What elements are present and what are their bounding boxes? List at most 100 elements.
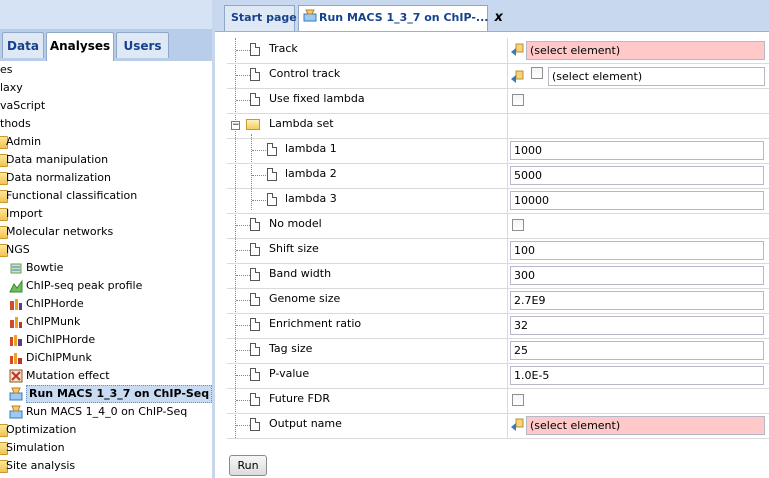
tree-item[interactable]: ChIPMunk (0, 313, 212, 331)
tree-item[interactable]: Simulation (0, 439, 212, 457)
tree-item-label: Run MACS 1_3_7 on ChIP-Seq (26, 385, 212, 403)
control-track-enable-checkbox[interactable] (531, 67, 543, 79)
param-row-genome-size: Genome size 2.7E9 (227, 288, 769, 314)
param-row-band-width: Band width 300 (227, 263, 769, 289)
tree-item-label: laxy (0, 81, 23, 94)
select-element-icon[interactable] (510, 418, 524, 432)
tab-start-page[interactable]: Start page (224, 5, 297, 31)
tree-item[interactable]: Data normalization (0, 169, 212, 187)
lambda-3-input[interactable]: 10000 (510, 191, 764, 210)
tab-start-page-label: Start page (231, 11, 297, 24)
control-track-select[interactable]: (select element) (548, 67, 765, 86)
tree-item[interactable]: Site analysis (0, 457, 212, 475)
p-value-input[interactable]: 1.0E-5 (510, 366, 764, 385)
tab-data[interactable]: Data (2, 32, 44, 58)
tree-item[interactable]: thods (0, 115, 212, 133)
tree-item-label: Molecular networks (6, 225, 114, 238)
select-element-icon[interactable] (510, 43, 524, 57)
document-panel: Start page Run MACS 1_3_7 on ChIP-... x T… (215, 0, 769, 478)
enrichment-ratio-input[interactable]: 32 (510, 316, 764, 335)
tree-item[interactable]: Optimization (0, 421, 212, 439)
tree-item[interactable]: Admin (0, 133, 212, 151)
tree-item[interactable]: Functional classification (0, 187, 212, 205)
document-icon (267, 193, 277, 206)
param-row-shift-size: Shift size 100 (227, 238, 769, 264)
tree-item[interactable]: DiChIPMunk (0, 349, 212, 367)
param-row-lambda-1: lambda 1 1000 (227, 138, 769, 164)
param-label: lambda 2 (285, 167, 337, 180)
output-name-select[interactable]: (select element) (526, 416, 765, 435)
bowtie-icon (9, 261, 23, 275)
tree-item[interactable]: Molecular networks (0, 223, 212, 241)
document-icon (267, 143, 277, 156)
param-label: Track (269, 42, 298, 55)
param-row-enrichment-ratio: Enrichment ratio 32 (227, 313, 769, 339)
tree-item[interactable]: vaScript (0, 97, 212, 115)
document-icon (250, 93, 260, 106)
document-icon (250, 68, 260, 81)
tree-item-label: Mutation effect (26, 369, 110, 382)
track-select[interactable]: (select element) (526, 41, 765, 60)
param-label: Lambda set (269, 117, 334, 130)
tree-item-label: ChIPMunk (26, 315, 81, 328)
tree-item[interactable]: es (0, 61, 212, 79)
param-label: Genome size (269, 292, 341, 305)
param-row-lambda-2: lambda 2 5000 (227, 163, 769, 189)
shift-size-input[interactable]: 100 (510, 241, 764, 260)
tree-item[interactable]: Run MACS 1_4_0 on ChIP-Seq (0, 403, 212, 421)
document-icon (250, 243, 260, 256)
document-icon (250, 343, 260, 356)
param-label: Band width (269, 267, 332, 280)
run-button[interactable]: Run (229, 455, 267, 476)
param-row-control-track: Control track (select element) (227, 63, 769, 89)
param-row-tag-size: Tag size 25 (227, 338, 769, 364)
future-fdr-checkbox[interactable] (512, 394, 524, 406)
tab-run-macs-label: Run MACS 1_3_7 on ChIP-... (319, 11, 489, 24)
param-label: Enrichment ratio (269, 317, 362, 330)
band-width-input[interactable]: 300 (510, 266, 764, 285)
tree-item-label: Import (6, 207, 43, 220)
tree-item[interactable]: Data manipulation (0, 151, 212, 169)
param-label: Future FDR (269, 392, 330, 405)
tree-item-label: ChIP-seq peak profile (26, 279, 143, 292)
tree-item-label: vaScript (0, 99, 46, 112)
folder-open-icon (246, 119, 260, 130)
tree-item-label: NGS (6, 243, 30, 256)
tree-item[interactable]: Mutation effect (0, 367, 212, 385)
select-element-icon[interactable] (510, 70, 524, 84)
use-fixed-lambda-checkbox[interactable] (512, 94, 524, 106)
macs-icon (303, 9, 317, 22)
chiphorde-icon (9, 297, 23, 311)
peak-profile-icon (9, 279, 23, 293)
tab-analyses[interactable]: Analyses (46, 32, 114, 61)
tab-users[interactable]: Users (116, 32, 169, 58)
param-row-p-value: P-value 1.0E-5 (227, 363, 769, 389)
lambda-2-input[interactable]: 5000 (510, 166, 764, 185)
param-label: P-value (269, 367, 310, 380)
tree-item-label: Data manipulation (6, 153, 109, 166)
collapse-icon[interactable]: − (231, 121, 240, 130)
document-icon (250, 268, 260, 281)
param-row-use-fixed-lambda: Use fixed lambda (227, 88, 769, 114)
document-icon (250, 393, 260, 406)
tab-run-macs[interactable]: Run MACS 1_3_7 on ChIP-... x (298, 5, 503, 31)
tree-item[interactable]: Import (0, 205, 212, 223)
lambda-1-input[interactable]: 1000 (510, 141, 764, 160)
param-row-track: Track (select element) (227, 38, 769, 64)
close-icon[interactable]: x (494, 10, 502, 25)
tree-item-label: es (0, 63, 13, 76)
tree-item[interactable]: NGS (0, 241, 212, 259)
tree-item[interactable]: laxy (0, 79, 212, 97)
param-label: Shift size (269, 242, 319, 255)
no-model-checkbox[interactable] (512, 219, 524, 231)
tree-item[interactable]: Run MACS 1_3_7 on ChIP-Seq (0, 385, 212, 403)
param-row-no-model: No model (227, 213, 769, 239)
tree-item[interactable]: ChIPHorde (0, 295, 212, 313)
tree-item[interactable]: Bowtie (0, 259, 212, 277)
repository-tabbar: Data Analyses Users (0, 29, 212, 61)
tree-item-label: Data normalization (6, 171, 111, 184)
tag-size-input[interactable]: 25 (510, 341, 764, 360)
tree-item[interactable]: ChIP-seq peak profile (0, 277, 212, 295)
tree-item[interactable]: DiChIPHorde (0, 331, 212, 349)
genome-size-input[interactable]: 2.7E9 (510, 291, 764, 310)
